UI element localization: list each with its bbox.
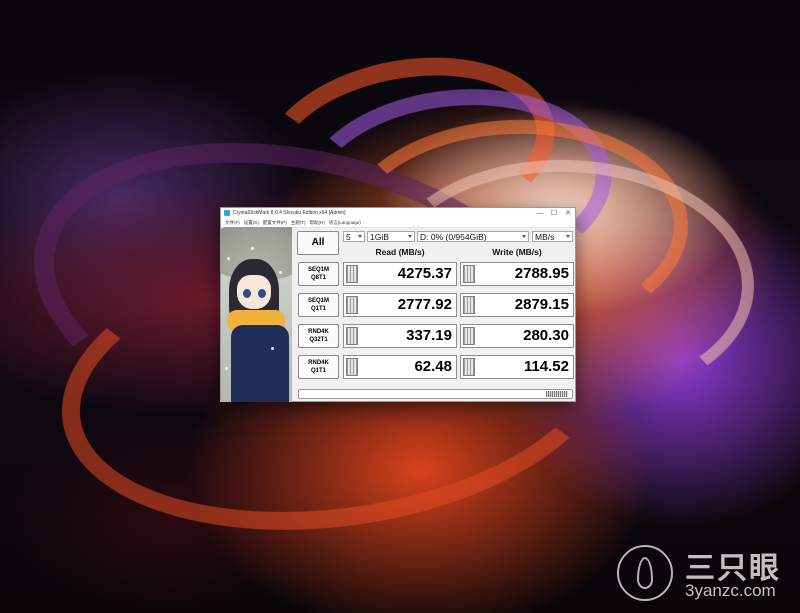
status-bar	[298, 389, 573, 399]
write-column-header: Write (MB/s)	[492, 247, 542, 257]
read-result: 337.19	[343, 324, 457, 348]
character-eye	[258, 289, 266, 298]
write-value: 280.30	[523, 327, 569, 344]
chevron-down-icon	[522, 235, 526, 238]
write-value: 2788.95	[514, 265, 569, 282]
chevron-down-icon	[408, 235, 412, 238]
test-button-rnd4k-q32t1[interactable]: RND4K Q32T1	[298, 324, 339, 348]
test-type: RND4K	[308, 360, 329, 366]
test-queue: Q32T1	[309, 337, 328, 343]
test-button-rnd4k-q1t1[interactable]: RND4K Q1T1	[298, 355, 339, 379]
progress-bar-icon	[463, 296, 475, 314]
read-value: 337.19	[406, 327, 452, 344]
progress-bar-icon	[463, 358, 475, 376]
menu-theme[interactable]: 主题(T)	[289, 219, 308, 227]
count-select[interactable]: 5	[343, 231, 365, 242]
chevron-down-icon	[566, 235, 570, 238]
read-value: 62.48	[414, 358, 452, 375]
minimize-button[interactable]: —	[533, 208, 547, 219]
progress-bar-icon	[346, 358, 358, 376]
write-result: 2879.15	[460, 293, 574, 317]
test-button-seq1m-q1t1[interactable]: SEQ1M Q1T1	[298, 293, 339, 317]
maximize-button[interactable]: ☐	[547, 208, 561, 219]
snowflake	[271, 347, 274, 350]
drive-select[interactable]: D: 0% (0/954GiB)	[417, 231, 529, 242]
read-value: 2777.92	[397, 296, 452, 313]
read-value: 4275.37	[397, 265, 452, 282]
crystaldiskmark-window: CrystalDiskMark 8.0.4 Shizuku Edition x6…	[220, 207, 576, 402]
write-value: 114.52	[523, 358, 569, 375]
window-controls: — ☐ ✕	[533, 208, 575, 219]
app-icon	[224, 210, 230, 216]
unit-value: MB/s	[535, 232, 555, 242]
snowflake	[227, 257, 230, 260]
test-type: RND4K	[308, 329, 329, 335]
progress-bar-icon	[463, 327, 475, 345]
test-type: SEQ1M	[307, 298, 329, 304]
eye-logo-icon	[617, 545, 673, 601]
read-result: 62.48	[343, 355, 457, 379]
write-result: 280.30	[460, 324, 574, 348]
test-button-seq1m-q8t1[interactable]: SEQ1M Q8T1	[298, 262, 339, 286]
benchmark-panel: All 5 1GiB D: 0% (0/954GiB) MB/s Read (M…	[297, 227, 575, 402]
snowflake	[251, 247, 254, 250]
menu-profile[interactable]: 配置文件(P)	[261, 219, 289, 227]
read-result: 2777.92	[343, 293, 457, 317]
read-column-header: Read (MB/s)	[375, 247, 425, 257]
status-progress-icon	[546, 391, 568, 397]
count-value: 5	[346, 232, 351, 242]
character-coat	[231, 325, 289, 402]
watermark-domain: 3yanzc.com	[685, 581, 776, 600]
drive-value: D: 0% (0/954GiB)	[420, 232, 487, 242]
title-bar[interactable]: CrystalDiskMark 8.0.4 Shizuku Edition x6…	[221, 208, 575, 219]
size-value: 1GiB	[370, 232, 389, 242]
write-result: 2788.95	[460, 262, 574, 286]
snowflake	[279, 271, 282, 274]
shizuku-character-image	[221, 227, 292, 402]
close-button[interactable]: ✕	[561, 208, 575, 219]
menu-help[interactable]: 帮助(H)	[308, 219, 327, 227]
menu-language[interactable]: 语言(Language)	[327, 219, 363, 227]
test-queue: Q8T1	[310, 275, 326, 281]
progress-bar-icon	[346, 265, 358, 283]
menu-settings[interactable]: 设置(S)	[242, 219, 261, 227]
write-result: 114.52	[460, 355, 574, 379]
site-watermark: 三只眼 3yanzc.com	[609, 537, 794, 607]
size-select[interactable]: 1GiB	[367, 231, 415, 242]
test-queue: Q1T1	[310, 368, 326, 374]
snowflake	[225, 367, 228, 370]
window-title: CrystalDiskMark 8.0.4 Shizuku Edition x6…	[233, 210, 346, 216]
progress-bar-icon	[346, 327, 358, 345]
read-result: 4275.37	[343, 262, 457, 286]
progress-bar-icon	[346, 296, 358, 314]
test-type: SEQ1M	[307, 267, 329, 273]
unit-select[interactable]: MB/s	[532, 231, 573, 242]
menu-file[interactable]: 文件(F)	[223, 219, 242, 227]
progress-bar-icon	[463, 265, 475, 283]
character-eye	[243, 289, 251, 298]
all-button[interactable]: All	[297, 231, 339, 255]
write-value: 2879.15	[514, 296, 569, 313]
test-queue: Q1T1	[310, 306, 326, 312]
chevron-down-icon	[358, 235, 362, 238]
